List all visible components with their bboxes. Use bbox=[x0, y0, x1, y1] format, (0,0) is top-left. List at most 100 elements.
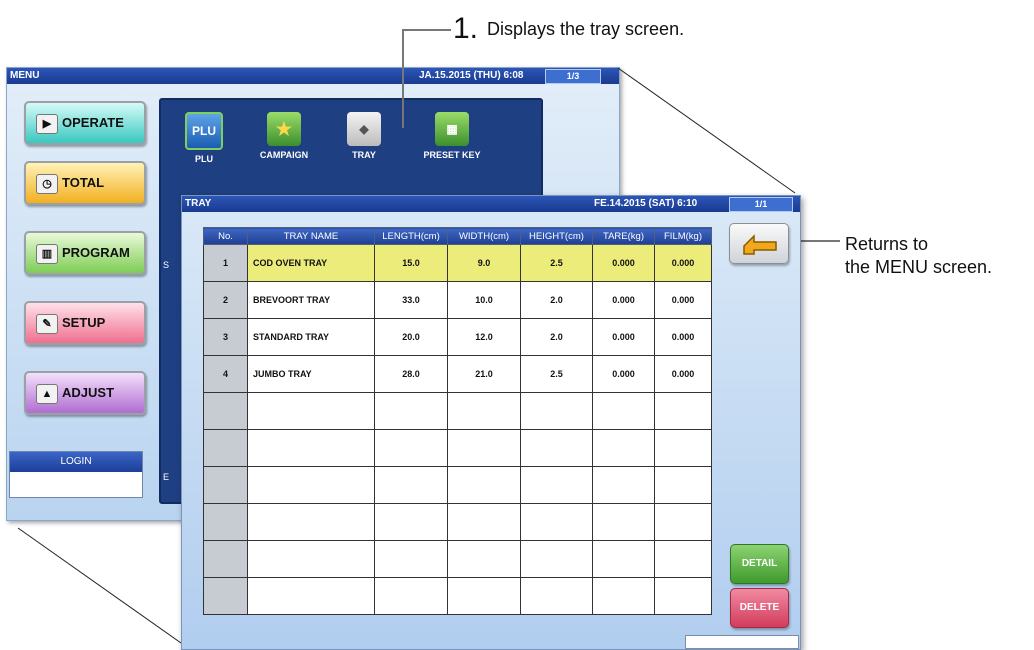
cell-tare bbox=[592, 577, 655, 615]
cell-height: 2.0 bbox=[520, 318, 593, 356]
cell-tare bbox=[592, 540, 655, 578]
cell-name: BREVOORT TRAY bbox=[247, 281, 375, 319]
cell-no: 2 bbox=[203, 281, 248, 319]
cell-height bbox=[520, 540, 593, 578]
cell-name: COD OVEN TRAY bbox=[247, 244, 375, 282]
cell-length: 20.0 bbox=[374, 318, 448, 356]
cell-film: 0.000 bbox=[654, 281, 712, 319]
cell-name bbox=[247, 466, 375, 504]
column-header: TRAY NAME bbox=[247, 227, 375, 245]
cell-tare bbox=[592, 392, 655, 430]
cell-no bbox=[203, 429, 248, 467]
cell-length: 28.0 bbox=[374, 355, 448, 393]
cell-film bbox=[654, 577, 712, 615]
tray-callout-line bbox=[402, 29, 451, 128]
tray-table: No. TRAY NAME LENGTH(cm) WIDTH(cm) HEIGH… bbox=[203, 227, 712, 615]
cell-no bbox=[203, 540, 248, 578]
cell-film bbox=[654, 540, 712, 578]
tray-title: TRAY bbox=[185, 198, 212, 209]
tray-page-indicator: 1/1 bbox=[729, 197, 793, 212]
cell-name: JUMBO TRAY bbox=[247, 355, 375, 393]
cell-height bbox=[520, 392, 593, 430]
column-header: WIDTH(cm) bbox=[447, 227, 521, 245]
delete-button[interactable]: DELETE bbox=[730, 588, 789, 628]
table-row[interactable]: 4 JUMBO TRAY 28.0 21.0 2.5 0.000 0.000 bbox=[203, 355, 712, 393]
cell-length bbox=[374, 503, 448, 541]
cell-width bbox=[447, 392, 521, 430]
cell-height bbox=[520, 466, 593, 504]
cell-name bbox=[247, 503, 375, 541]
table-row[interactable] bbox=[203, 577, 712, 615]
cell-height bbox=[520, 577, 593, 615]
zoom-line-top bbox=[617, 67, 796, 194]
detail-button[interactable]: DETAIL bbox=[730, 544, 789, 584]
cell-no bbox=[203, 577, 248, 615]
cell-width: 10.0 bbox=[447, 281, 521, 319]
table-row[interactable]: 3 STANDARD TRAY 20.0 12.0 2.0 0.000 0.000 bbox=[203, 318, 712, 356]
column-header: FILM(kg) bbox=[654, 227, 712, 245]
cell-length bbox=[374, 577, 448, 615]
cell-no bbox=[203, 392, 248, 430]
cell-name bbox=[247, 577, 375, 615]
table-row[interactable] bbox=[203, 540, 712, 578]
cell-film: 0.000 bbox=[654, 244, 712, 282]
cell-width bbox=[447, 540, 521, 578]
cell-length: 15.0 bbox=[374, 244, 448, 282]
cell-name: STANDARD TRAY bbox=[247, 318, 375, 356]
zoom-line-bottom bbox=[17, 527, 182, 644]
cell-film: 0.000 bbox=[654, 318, 712, 356]
cell-length bbox=[374, 392, 448, 430]
cell-height: 2.0 bbox=[520, 281, 593, 319]
cell-length bbox=[374, 466, 448, 504]
cell-no: 4 bbox=[203, 355, 248, 393]
cell-name bbox=[247, 540, 375, 578]
tray-datetime: FE.14.2015 (SAT) 6:10 bbox=[594, 198, 698, 209]
cell-film bbox=[654, 429, 712, 467]
table-row[interactable]: 1 COD OVEN TRAY 15.0 9.0 2.5 0.000 0.000 bbox=[203, 244, 712, 282]
cell-tare bbox=[592, 503, 655, 541]
cell-width: 21.0 bbox=[447, 355, 521, 393]
cell-width bbox=[447, 577, 521, 615]
cell-width bbox=[447, 429, 521, 467]
table-row[interactable]: 2 BREVOORT TRAY 33.0 10.0 2.0 0.000 0.000 bbox=[203, 281, 712, 319]
cell-width bbox=[447, 466, 521, 504]
cell-film bbox=[654, 392, 712, 430]
column-header: HEIGHT(cm) bbox=[520, 227, 593, 245]
cell-length bbox=[374, 540, 448, 578]
cell-width: 12.0 bbox=[447, 318, 521, 356]
cell-no bbox=[203, 503, 248, 541]
cell-length bbox=[374, 429, 448, 467]
column-header: No. bbox=[203, 227, 248, 245]
status-field bbox=[685, 635, 799, 649]
return-arrow-icon bbox=[743, 234, 777, 255]
cell-film: 0.000 bbox=[654, 355, 712, 393]
column-header: LENGTH(cm) bbox=[374, 227, 448, 245]
table-row[interactable] bbox=[203, 466, 712, 504]
cell-width: 9.0 bbox=[447, 244, 521, 282]
cell-no: 1 bbox=[203, 244, 248, 282]
cell-height: 2.5 bbox=[520, 244, 593, 282]
tray-title-bar: TRAY FE.14.2015 (SAT) 6:10 1/1 bbox=[182, 196, 800, 212]
cell-name bbox=[247, 392, 375, 430]
cell-no: 3 bbox=[203, 318, 248, 356]
cell-film bbox=[654, 503, 712, 541]
cell-tare bbox=[592, 429, 655, 467]
table-row[interactable] bbox=[203, 429, 712, 467]
table-header-row: No. TRAY NAME LENGTH(cm) WIDTH(cm) HEIGH… bbox=[203, 227, 712, 245]
cell-tare bbox=[592, 466, 655, 504]
cell-no bbox=[203, 466, 248, 504]
cell-height bbox=[520, 503, 593, 541]
column-header: TARE(kg) bbox=[592, 227, 655, 245]
cell-name bbox=[247, 429, 375, 467]
table-row[interactable] bbox=[203, 503, 712, 541]
return-button[interactable] bbox=[729, 223, 789, 264]
cell-width bbox=[447, 503, 521, 541]
cell-tare: 0.000 bbox=[592, 281, 655, 319]
table-row[interactable] bbox=[203, 392, 712, 430]
cell-length: 33.0 bbox=[374, 281, 448, 319]
cell-tare: 0.000 bbox=[592, 244, 655, 282]
tray-screen: TRAY FE.14.2015 (SAT) 6:10 1/1 No. TRAY … bbox=[181, 195, 801, 650]
cell-height: 2.5 bbox=[520, 355, 593, 393]
cell-height bbox=[520, 429, 593, 467]
cell-tare: 0.000 bbox=[592, 318, 655, 356]
